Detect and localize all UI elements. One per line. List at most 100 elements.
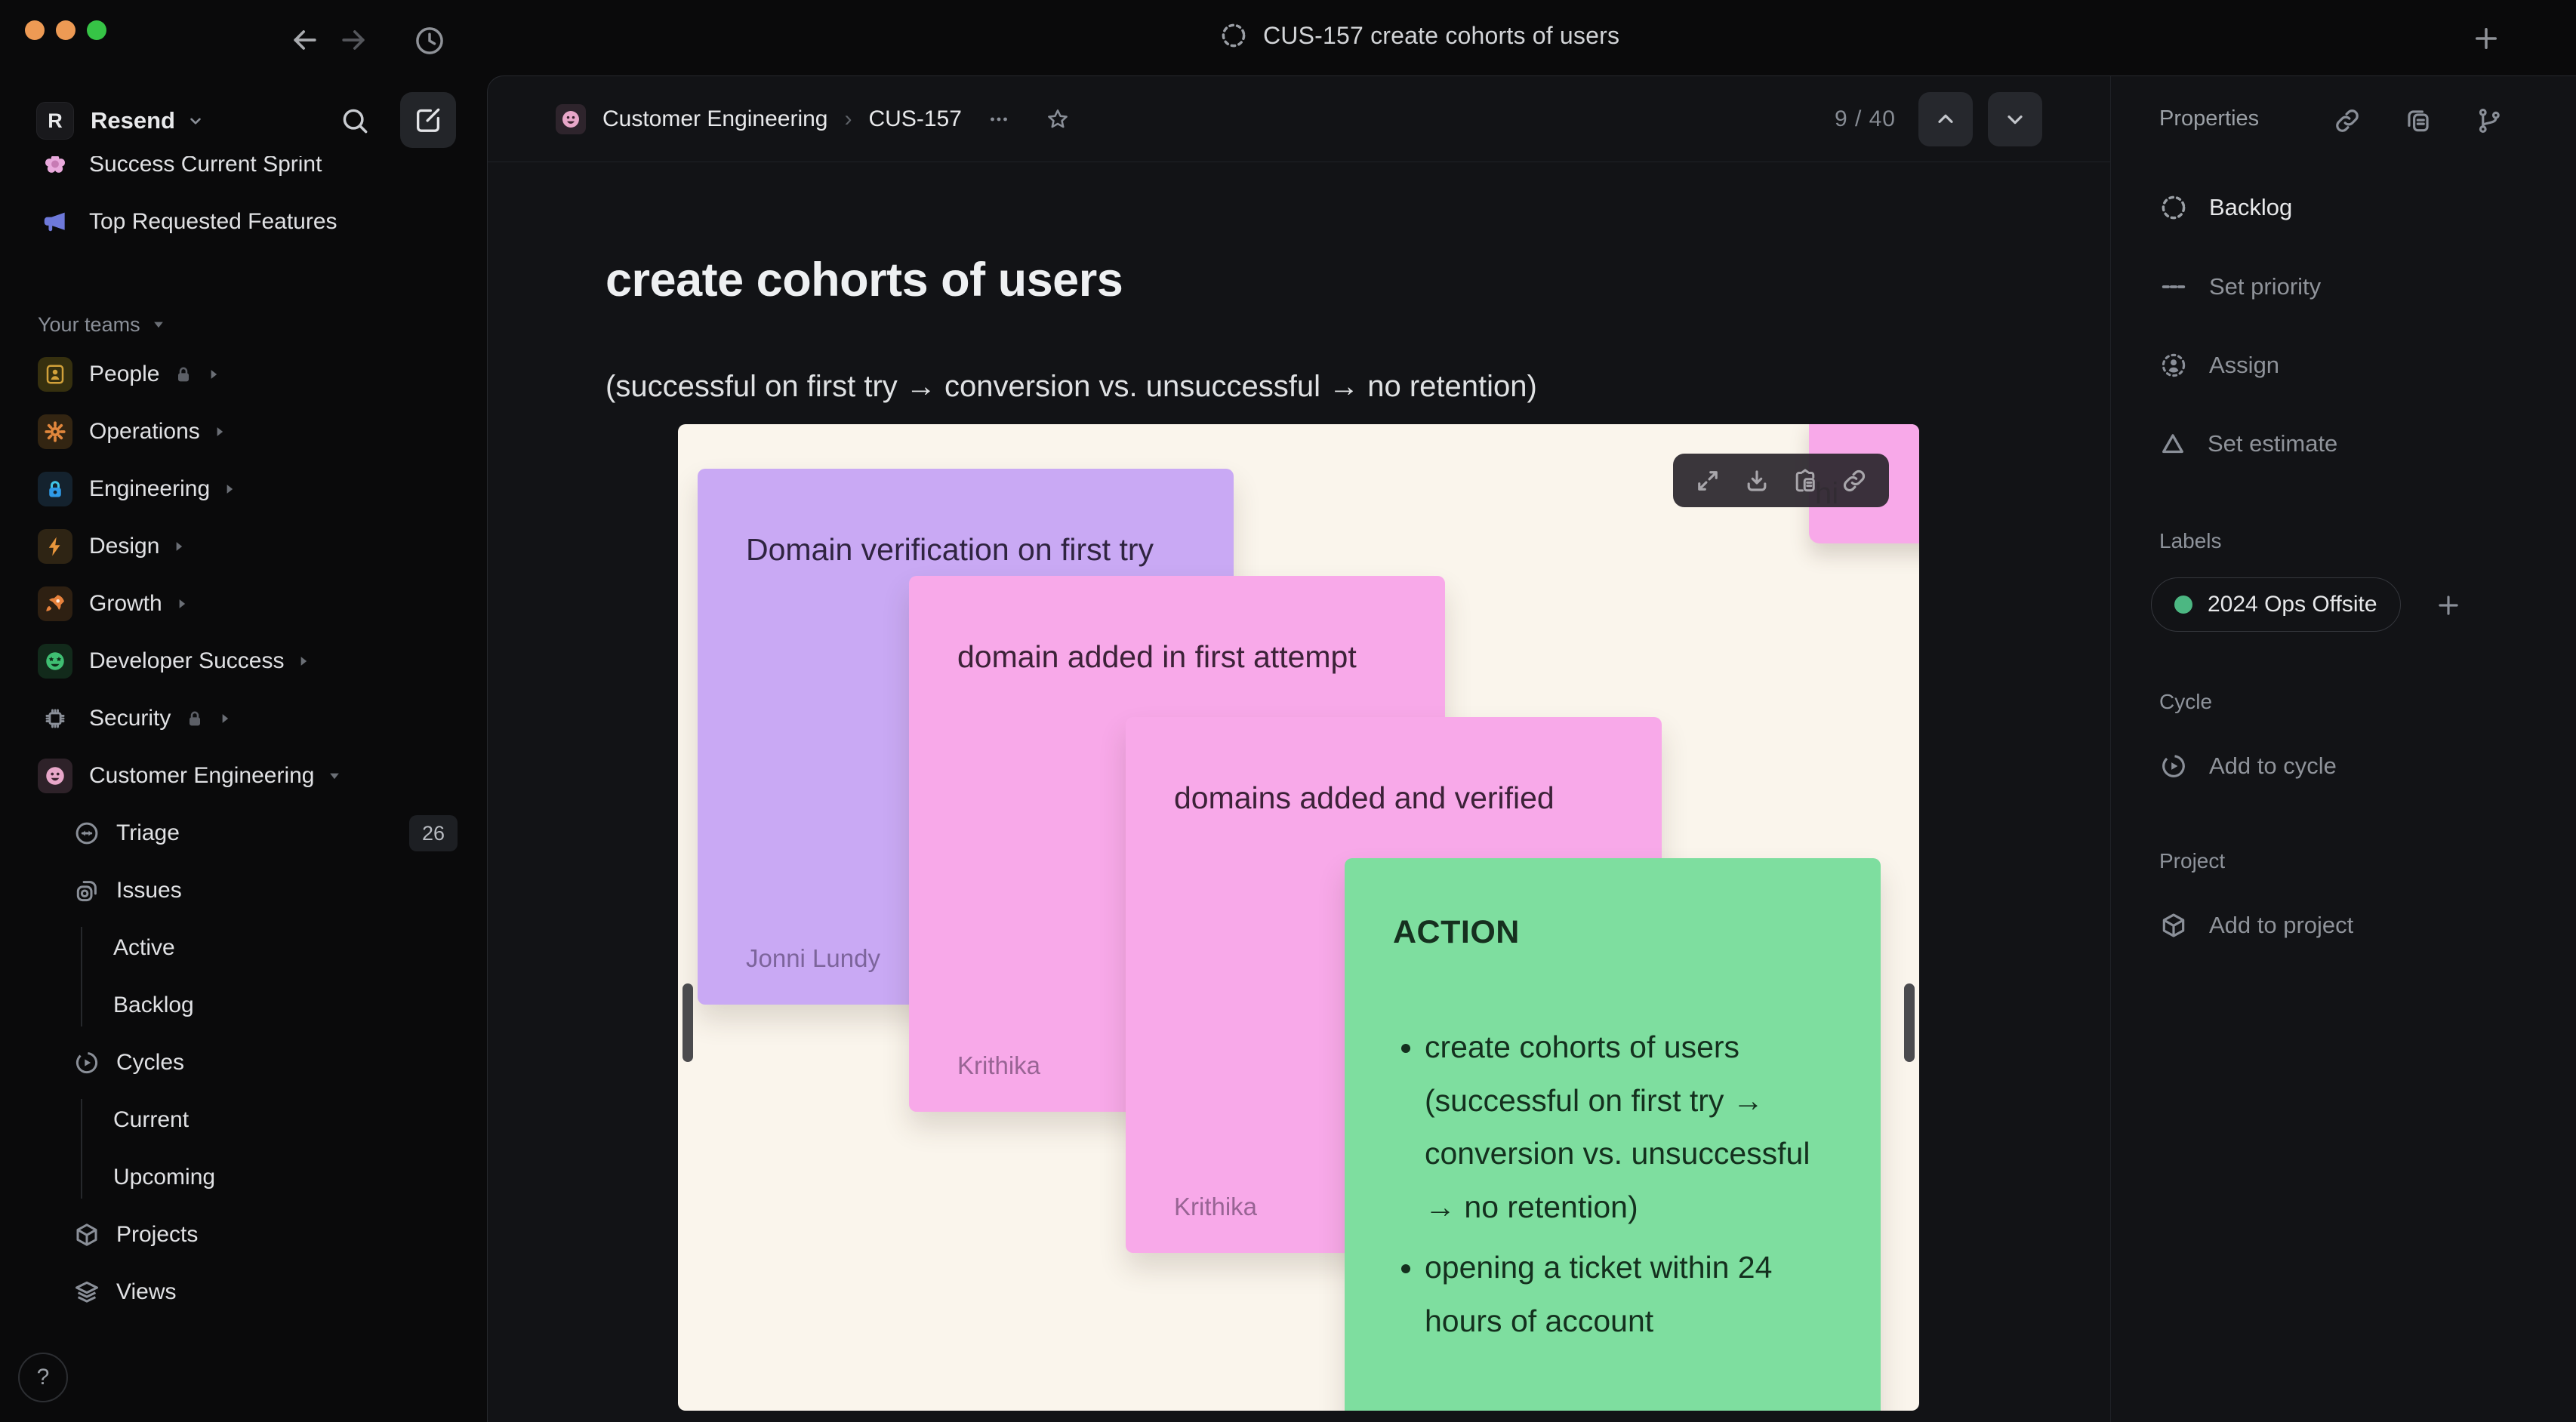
more-options-icon[interactable]: [986, 106, 1012, 132]
copy-id-icon[interactable]: [2404, 106, 2433, 135]
help-button[interactable]: ?: [18, 1353, 68, 1402]
git-branch-icon[interactable]: [2475, 106, 2504, 135]
triage-icon: [69, 816, 104, 851]
status-value: Backlog: [2209, 194, 2293, 220]
chevron-up-icon: [1938, 114, 1953, 123]
estimate-row[interactable]: Set estimate: [2159, 421, 2337, 466]
breadcrumb-issue-id[interactable]: CUS-157: [869, 106, 962, 132]
sidebar-item-success-current-sprint[interactable]: Success Current Sprint: [0, 156, 485, 193]
chevron-right-icon: [212, 424, 227, 439]
sticky-note-bullet-list: create cohorts of users (successful on f…: [1345, 1020, 1881, 1347]
sidebar-team-engineering[interactable]: Engineering: [0, 460, 485, 518]
label-text: 2024 Ops Offsite: [2208, 592, 2377, 617]
expand-image-icon[interactable]: [1694, 467, 1721, 494]
sidebar-item-triage[interactable]: Triage 26: [0, 805, 485, 862]
copy-link-icon[interactable]: [2333, 106, 2362, 135]
workspace-name: Resend: [91, 107, 175, 134]
sidebar-item-current[interactable]: Current: [0, 1091, 485, 1149]
issue-pagination: 9 / 40: [1835, 91, 2042, 146]
sidebar-team-security[interactable]: Security: [0, 690, 485, 747]
issue-header: Customer Engineering › CUS-157 9 / 40: [488, 76, 2110, 162]
properties-panel: Properties Backlog Set priority Assign S…: [2110, 76, 2576, 1422]
chevron-right-icon: [171, 539, 186, 554]
help-label: ?: [36, 1365, 50, 1390]
previous-issue-button[interactable]: [1918, 91, 1973, 146]
issue-title[interactable]: create cohorts of users: [605, 253, 1123, 307]
download-image-icon[interactable]: [1743, 467, 1770, 494]
cube-icon: [69, 1217, 104, 1252]
chevron-right-icon: [206, 367, 221, 382]
label-pill[interactable]: 2024 Ops Offsite: [2151, 577, 2401, 632]
team-label: Growth: [89, 591, 162, 616]
image-resize-handle-left[interactable]: [683, 983, 693, 1062]
sidebar-team-operations[interactable]: Operations: [0, 403, 485, 460]
next-issue-button[interactable]: [1988, 91, 2042, 146]
sidebar-team-growth[interactable]: Growth: [0, 575, 485, 633]
sidebar: R Resend Success Current Sprint Top Requ…: [0, 75, 485, 1422]
sidebar-team-people[interactable]: People: [0, 346, 485, 403]
close-window-button[interactable]: [25, 20, 45, 40]
gear-icon: [38, 414, 72, 449]
sidebar-item-projects[interactable]: Projects: [0, 1206, 485, 1263]
your-teams-header[interactable]: Your teams: [0, 303, 485, 346]
add-to-project-label: Add to project: [2209, 912, 2354, 938]
copy-to-clipboard-icon[interactable]: [1792, 467, 1819, 494]
sidebar-item-backlog[interactable]: Backlog: [0, 977, 485, 1034]
sidebar-item-label: Triage: [116, 820, 180, 845]
copy-link-icon[interactable]: [1841, 467, 1868, 494]
cycle-section-header: Cycle: [2159, 690, 2213, 713]
sidebar-item-active[interactable]: Active: [0, 919, 485, 977]
back-arrow-icon[interactable]: [288, 23, 322, 57]
breadcrumb-team[interactable]: Customer Engineering: [602, 106, 828, 132]
zoom-window-button[interactable]: [87, 20, 106, 40]
properties-header: Properties: [2159, 106, 2260, 131]
sidebar-nav-list: Success Current Sprint Top Requested Fea…: [0, 156, 485, 1331]
rocket-icon: [38, 586, 72, 621]
cycles-subnav: Current Upcoming: [0, 1091, 485, 1206]
sidebar-item-issues[interactable]: Issues: [0, 862, 485, 919]
history-clock-icon[interactable]: [412, 23, 447, 58]
sidebar-item-upcoming[interactable]: Upcoming: [0, 1149, 485, 1206]
chevron-down-icon: [153, 322, 163, 328]
minimize-window-button[interactable]: [56, 20, 75, 40]
add-to-cycle-row[interactable]: Add to cycle: [2159, 743, 2337, 789]
priority-row[interactable]: Set priority: [2159, 264, 2321, 309]
search-icon[interactable]: [338, 104, 371, 137]
priority-label: Set priority: [2209, 273, 2322, 300]
forward-arrow-icon[interactable]: [337, 23, 370, 57]
assignee-row[interactable]: Assign: [2159, 343, 2279, 388]
sidebar-team-customer-engineering[interactable]: Customer Engineering: [0, 747, 485, 805]
status-row[interactable]: Backlog: [2159, 185, 2292, 230]
image-resize-handle-right[interactable]: [1904, 983, 1915, 1062]
new-issue-button[interactable]: [400, 92, 456, 148]
cube-icon: [2162, 913, 2185, 937]
team-label: Developer Success: [89, 648, 285, 673]
sidebar-team-design[interactable]: Design: [0, 518, 485, 575]
team-label: Operations: [89, 419, 200, 444]
sidebar-team-developer-success[interactable]: Developer Success: [0, 633, 485, 690]
breadcrumb-separator: ›: [844, 106, 852, 131]
sidebar-item-label: Backlog: [113, 993, 194, 1017]
estimate-label: Set estimate: [2208, 430, 2338, 457]
sticky-note-text: Domain verification on first try: [746, 532, 1154, 567]
new-tab-plus-icon[interactable]: [2470, 23, 2502, 54]
no-priority-icon: [2162, 285, 2186, 288]
sidebar-item-cycles[interactable]: Cycles: [0, 1034, 485, 1091]
add-to-project-row[interactable]: Add to project: [2159, 903, 2353, 948]
sticky-note-author: Jonni Lundy: [746, 944, 880, 972]
labels-section-header: Labels: [2159, 529, 2222, 552]
issue-description[interactable]: (successful on first try → conversion vs…: [605, 370, 1537, 404]
sidebar-item-label: Active: [113, 935, 175, 960]
sidebar-item-views[interactable]: Views: [0, 1263, 485, 1321]
whiteboard-image[interactable]: Domain verification on first try Jonni L…: [678, 424, 1919, 1411]
sidebar-item-label: Upcoming: [113, 1165, 216, 1190]
issues-icon: [69, 873, 104, 908]
workspace-switcher[interactable]: R Resend: [36, 99, 205, 143]
sidebar-item-label: Views: [116, 1279, 177, 1304]
add-label-plus-icon[interactable]: [2434, 591, 2463, 620]
sidebar-item-top-requested-features[interactable]: Top Requested Features: [0, 193, 485, 251]
sticky-note-bullet: create cohorts of users (successful on f…: [1425, 1020, 1846, 1233]
team-label: Security: [89, 706, 171, 731]
favorite-star-icon[interactable]: [1045, 106, 1071, 132]
team-smiley-icon: [556, 103, 586, 134]
